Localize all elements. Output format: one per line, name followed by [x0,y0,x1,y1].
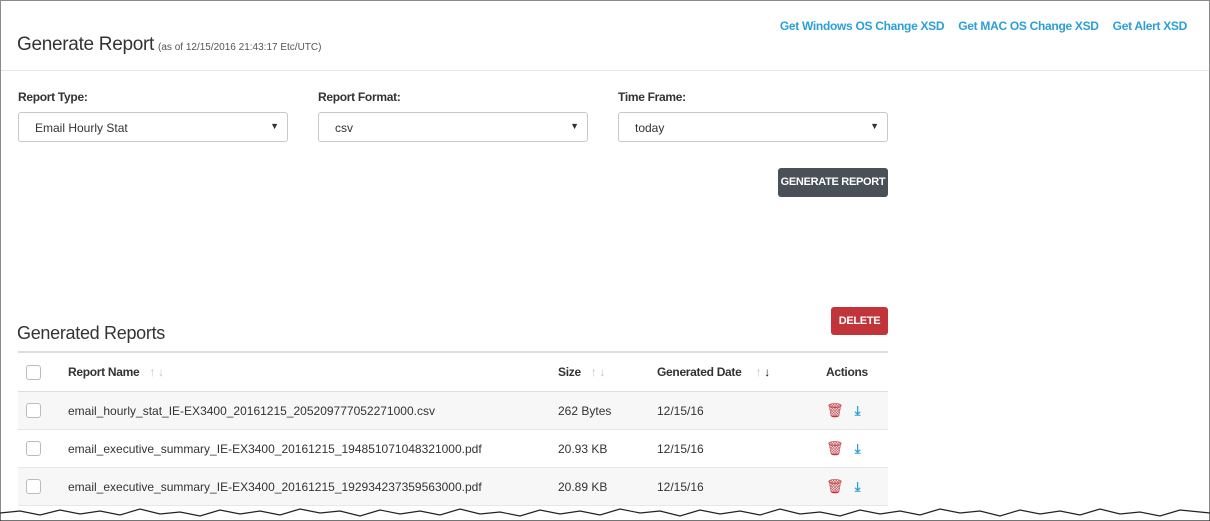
table-row: email_hourly_stat_IE-EX3400_20161215_205… [18,392,888,430]
row-checkbox[interactable] [26,403,41,418]
report-name-cell: email_executive_summary_IE-EX3400_201612… [68,479,482,494]
download-icon[interactable]: ⤓ [855,479,861,495]
sort-up-icon[interactable]: ↑ [149,365,155,379]
column-name-label: Report Name [68,365,140,379]
report-format-label: Report Format: [318,90,401,104]
chevron-down-icon: ▼ [270,121,279,131]
sort-up-icon[interactable]: ↑ [591,365,597,379]
report-date-cell: 12/15/16 [657,441,704,456]
delete-button[interactable]: DELETE [831,307,888,335]
page-header: Generate Report (as of 12/15/2016 21:43:1… [1,1,1209,71]
time-frame-select[interactable]: today ▼ [618,112,888,142]
report-format-field: Report Format: csv ▼ [318,90,588,142]
report-size-cell: 262 Bytes [558,403,612,418]
page-timestamp: (as of 12/15/2016 21:43:17 Etc/UTC) [158,42,322,53]
column-size-label: Size [558,365,581,379]
page-title: Generate Report (as of 12/15/2016 21:43:1… [17,34,321,56]
generate-report-button[interactable]: GENERATE REPORT [778,168,888,197]
row-select-cell [26,468,41,505]
get-mac-xsd-link[interactable]: Get MAC OS Change XSD [958,19,1099,33]
sort-down-active-icon[interactable]: ↓ [764,365,770,379]
row-checkbox[interactable] [26,479,41,494]
report-date-cell: 12/15/16 [657,403,704,418]
download-icon[interactable]: ⤓ [855,403,861,419]
report-format-value: csv [335,121,353,135]
chevron-down-icon: ▼ [570,121,579,131]
row-checkbox[interactable] [26,441,41,456]
sort-up-icon[interactable]: ↑ [756,365,762,379]
column-header-date[interactable]: Generated Date ↑ ↓ [657,353,770,391]
time-frame-field: Time Frame: today ▼ [618,90,888,142]
report-type-select[interactable]: Email Hourly Stat ▼ [18,112,288,142]
column-header-name[interactable]: Report Name ↑ ↓ [68,353,164,391]
generated-reports-table: Report Name ↑ ↓ Size ↑ ↓ Generated Date … [18,351,888,506]
download-icon[interactable]: ⤓ [855,441,861,457]
generated-reports-title: Generated Reports [17,323,165,343]
row-select-cell [26,430,41,467]
table-row: email_executive_summary_IE-EX3400_201612… [18,430,888,468]
sort-controls: ↑ ↓ [756,365,771,379]
column-actions-label: Actions [826,365,868,379]
report-name-cell: email_hourly_stat_IE-EX3400_20161215_205… [68,403,435,418]
time-frame-label: Time Frame: [618,90,686,104]
sort-controls: ↑ ↓ [149,365,164,379]
row-actions: 🗑 ⤓ [826,392,861,429]
trash-icon[interactable]: 🗑 [826,478,844,495]
column-date-label: Generated Date [657,365,742,379]
xsd-links: Get Windows OS Change XSD Get MAC OS Cha… [780,19,1187,33]
chevron-down-icon: ▼ [870,121,879,131]
report-name-cell: email_executive_summary_IE-EX3400_201612… [68,441,482,456]
row-actions: 🗑 ⤓ [826,468,861,505]
report-panel: Generate Report (as of 12/15/2016 21:43:1… [0,0,1210,521]
time-frame-value: today [635,121,665,135]
trash-icon[interactable]: 🗑 [826,402,844,419]
page-title-text: Generate Report [17,34,155,55]
report-type-field: Report Type: Email Hourly Stat ▼ [18,90,288,142]
sort-down-icon[interactable]: ↓ [600,365,606,379]
column-header-actions: Actions [826,353,868,391]
row-actions: 🗑 ⤓ [826,430,861,467]
sort-down-icon[interactable]: ↓ [158,365,164,379]
sort-controls: ↑ ↓ [591,365,606,379]
report-format-select[interactable]: csv ▼ [318,112,588,142]
trash-icon[interactable]: 🗑 [826,440,844,457]
report-size-cell: 20.89 KB [558,479,608,494]
select-all-cell [26,353,41,391]
report-type-label: Report Type: [18,90,88,104]
report-type-value: Email Hourly Stat [35,121,128,135]
report-date-cell: 12/15/16 [657,479,704,494]
table-header: Report Name ↑ ↓ Size ↑ ↓ Generated Date … [18,353,888,392]
report-size-cell: 20.93 KB [558,441,608,456]
row-select-cell [26,392,41,429]
select-all-checkbox[interactable] [26,364,41,380]
torn-edge-decoration [0,508,1210,521]
get-windows-xsd-link[interactable]: Get Windows OS Change XSD [780,19,945,33]
get-alert-xsd-link[interactable]: Get Alert XSD [1113,19,1188,33]
table-row: email_executive_summary_IE-EX3400_201612… [18,468,888,506]
column-header-size[interactable]: Size ↑ ↓ [558,353,606,391]
